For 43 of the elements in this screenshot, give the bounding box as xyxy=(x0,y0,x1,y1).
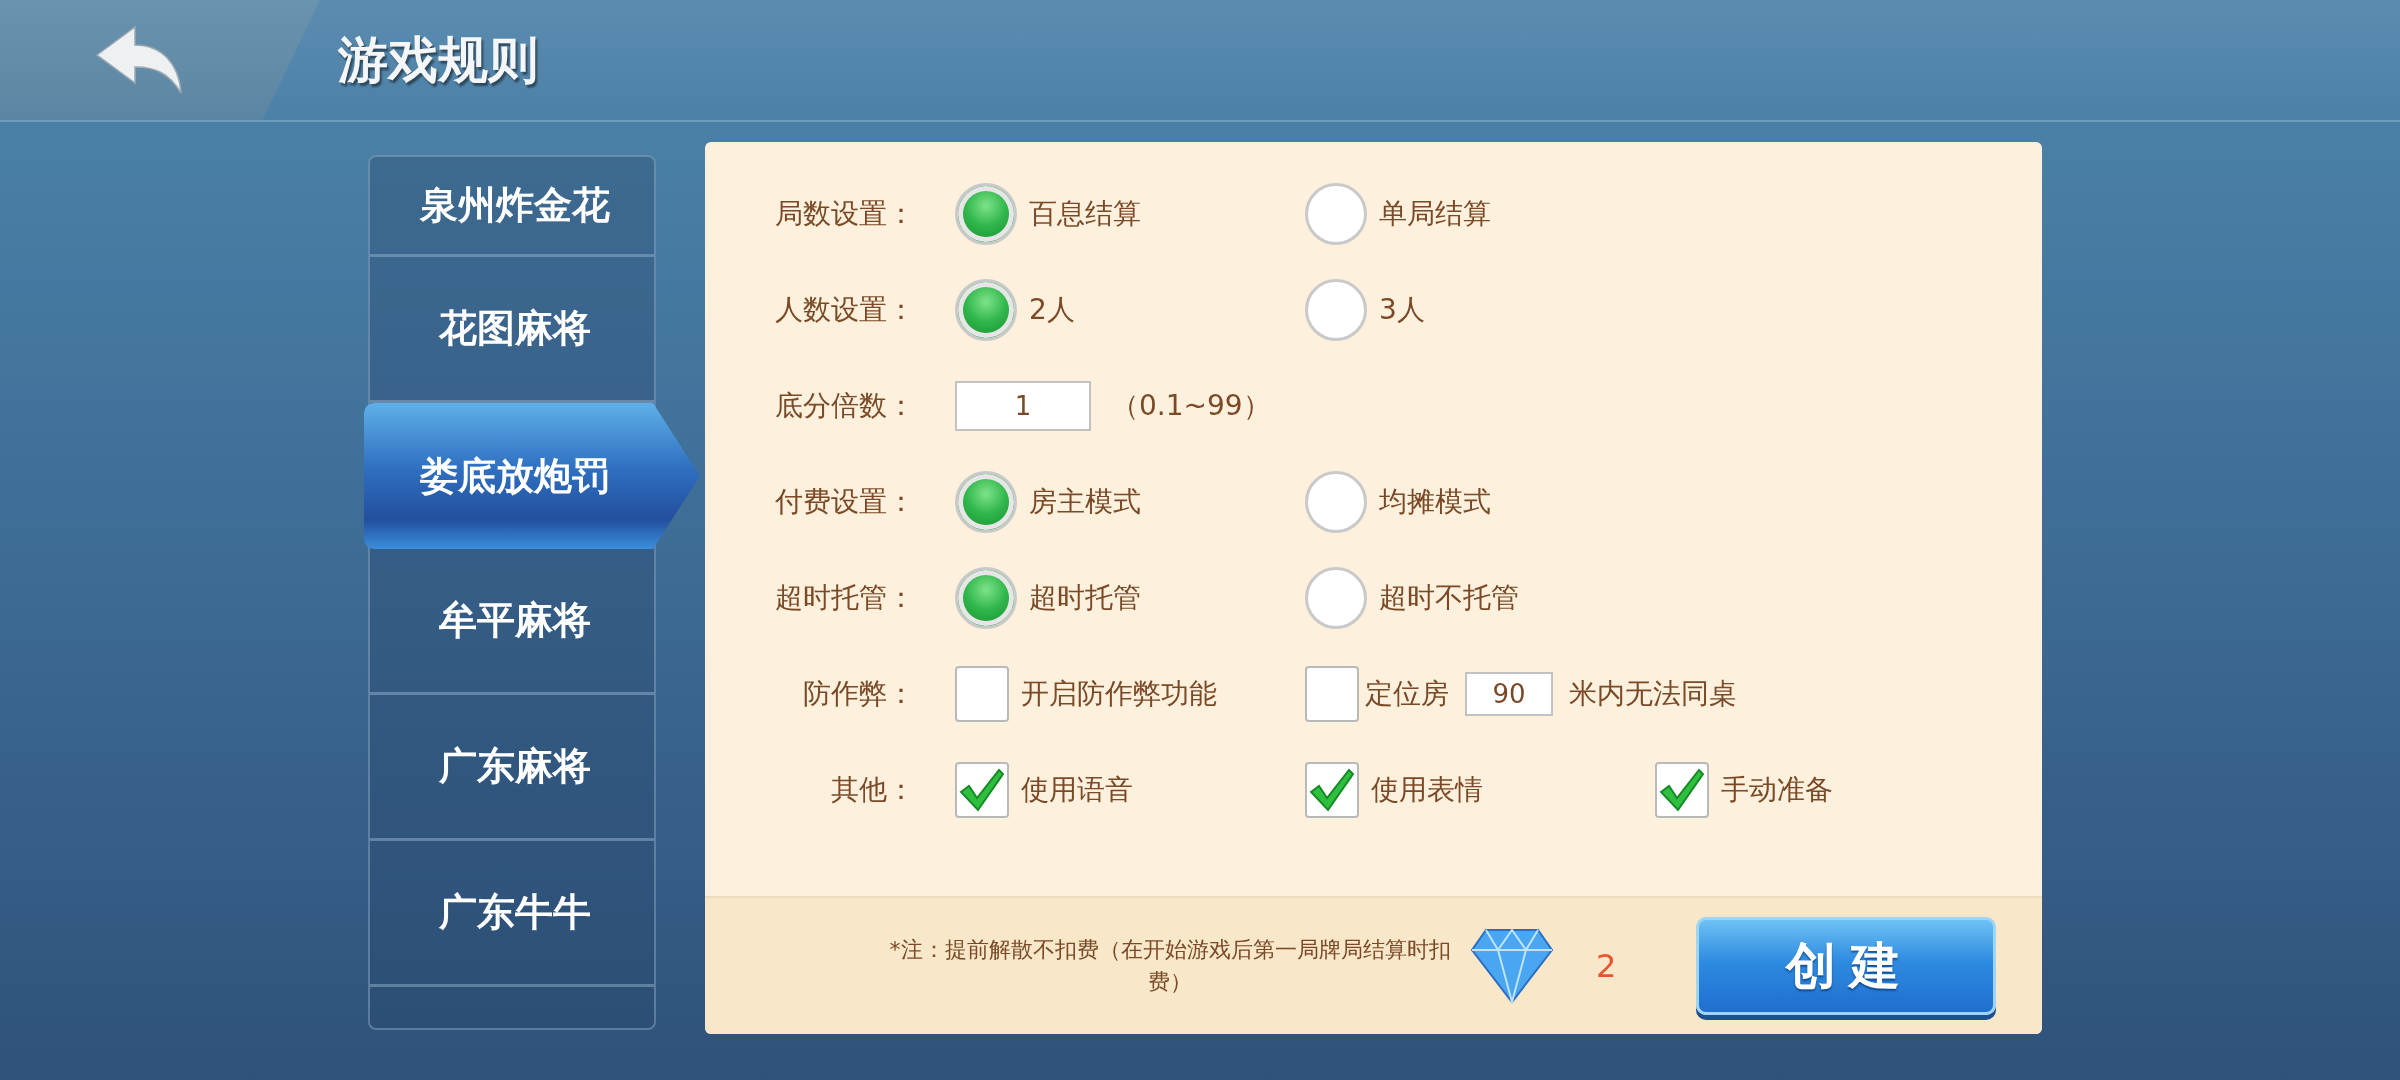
option-label: 超时托管 xyxy=(1029,580,1141,616)
option-label: 使用语音 xyxy=(1021,772,1133,808)
check-icon xyxy=(959,768,1005,812)
game-tab[interactable]: 广东牛牛 xyxy=(370,841,654,987)
setting-label: 局数设置： xyxy=(774,196,915,232)
setting-label: 超时托管： xyxy=(774,580,915,616)
setting-label: 防作弊： xyxy=(802,676,915,712)
game-tab[interactable]: 娄底放炮罚 xyxy=(364,403,700,549)
game-tab[interactable]: 泉州炸金花 xyxy=(370,157,654,257)
back-arrow-icon xyxy=(95,25,185,95)
option-label: 百息结算 xyxy=(1029,196,1141,232)
option-label: 使用表情 xyxy=(1371,772,1483,808)
option-label: 超时不托管 xyxy=(1379,580,1519,616)
option-label: 米内无法同桌 xyxy=(1569,676,1737,712)
check-icon xyxy=(1659,768,1705,812)
score-field[interactable]: 1 xyxy=(955,381,1091,431)
option-label: 定位房 xyxy=(1365,676,1449,712)
setting-label: 人数设置： xyxy=(774,292,915,328)
checkbox[interactable] xyxy=(1655,762,1709,818)
setting-label: 其他： xyxy=(830,772,915,808)
option-label: 均摊模式 xyxy=(1379,484,1491,520)
option-label: 3人 xyxy=(1379,292,1425,328)
checkbox[interactable] xyxy=(1305,666,1359,722)
distance-field[interactable]: 90 xyxy=(1465,672,1553,716)
range-hint: （0.1~99） xyxy=(1111,388,1271,424)
fee-note: *注：提前解散不扣费（在开始游戏后第一局牌局结算时扣费） xyxy=(888,936,1452,996)
option-label: 手动准备 xyxy=(1721,772,1833,808)
checkbox[interactable] xyxy=(955,762,1009,818)
game-tab[interactable]: 牟平麻将 xyxy=(370,549,654,695)
checkbox[interactable] xyxy=(955,666,1009,722)
setting-label: 付费设置： xyxy=(774,484,915,520)
game-tab[interactable]: 广东麻将 xyxy=(370,695,654,841)
page-title: 游戏规则 xyxy=(338,29,538,91)
diamond-icon xyxy=(1470,928,1554,1004)
option-label: 开启防作弊功能 xyxy=(1021,676,1217,712)
option-label: 房主模式 xyxy=(1029,484,1141,520)
setting-label: 底分倍数： xyxy=(774,388,915,424)
option-label: 单局结算 xyxy=(1379,196,1491,232)
option-label: 2人 xyxy=(1029,292,1075,328)
checkbox[interactable] xyxy=(1305,762,1359,818)
back-button[interactable] xyxy=(0,0,320,120)
check-icon xyxy=(1309,768,1355,812)
cost-amount: 2 xyxy=(1596,947,1617,985)
